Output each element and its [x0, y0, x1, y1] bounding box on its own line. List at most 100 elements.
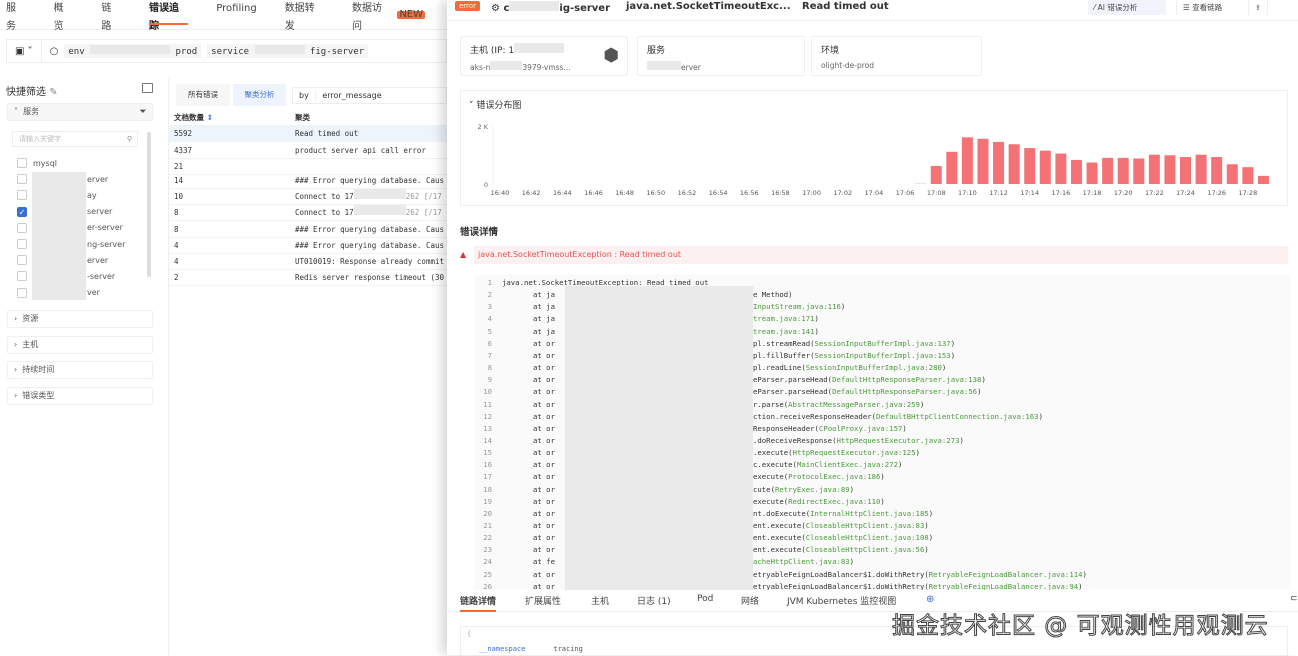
bar[interactable] [1024, 148, 1036, 184]
bar[interactable] [1086, 162, 1098, 184]
filter-group[interactable]: › 主机 [7, 335, 153, 354]
bar[interactable] [946, 151, 958, 184]
nav-tab[interactable]: 链路 [101, 0, 121, 32]
bar[interactable] [1211, 157, 1223, 184]
side-scroll-icon[interactable]: ⊂ [1290, 594, 1298, 604]
nav-tab[interactable]: 概览 [54, 0, 74, 32]
row-count: 5592 [174, 129, 193, 138]
checkbox[interactable] [17, 287, 27, 298]
tab-all-errors[interactable]: 所有错误 [176, 84, 230, 106]
bar[interactable] [1008, 144, 1020, 184]
filter-group[interactable]: › 持续时间 [7, 361, 153, 379]
filter-clear-icon[interactable]: ⏷ [140, 104, 146, 120]
row-message: ### Error querying database. Caus [295, 176, 445, 185]
x-tick-label: 17:00 [802, 189, 821, 197]
filter-group-service[interactable]: ˅ 服务 ⏷ [7, 103, 153, 121]
service-search-input[interactable]: 请输入关键字 ⚲ [12, 131, 138, 147]
add-tab-icon[interactable]: ⊕ [926, 594, 934, 605]
share-icon[interactable]: ⇪ [1248, 0, 1269, 15]
checkbox[interactable] [17, 190, 27, 201]
bottom-tab[interactable]: Pod [697, 594, 713, 604]
bar[interactable] [1164, 155, 1176, 184]
bottom-tab[interactable]: 主机 [591, 594, 609, 607]
filter-group[interactable]: › 错误类型 [7, 386, 153, 405]
bottom-tab[interactable]: 日志 (1) [637, 594, 671, 607]
bottom-tab[interactable]: 链路详情 [460, 594, 497, 612]
stack-line: 5 at ja tream.java:141) [487, 326, 819, 336]
table-row[interactable]: 2 Redis server response timeout (30 [168, 270, 447, 286]
bar[interactable] [1039, 150, 1051, 184]
bar[interactable] [1055, 153, 1067, 184]
drawer-message: Read timed out [802, 1, 889, 12]
env-filter-chip[interactable]: env prod [64, 44, 202, 58]
service-list-scrollbar[interactable] [147, 132, 151, 277]
view-icon[interactable]: ▣ ˅ [15, 46, 33, 57]
nav-tab[interactable]: Profiling [216, 0, 256, 30]
nav-tab[interactable]: 错误追踪 [148, 0, 189, 32]
bar[interactable] [1180, 157, 1192, 184]
bar[interactable] [1133, 158, 1145, 184]
table-row[interactable]: 5592 Read timed out [168, 126, 447, 142]
edit-icon[interactable]: ✎ [49, 87, 57, 98]
ai-analysis-button[interactable]: ⁄ AI 错误分析 [1088, 0, 1166, 15]
bar[interactable] [1148, 154, 1160, 184]
checkbox[interactable]: ✓ [17, 206, 27, 217]
x-tick-label: 17:14 [1020, 189, 1039, 197]
bar[interactable] [1226, 164, 1238, 184]
tab-cluster-analysis[interactable]: 聚类分析 [233, 84, 286, 106]
nav-tab[interactable]: 数据转发 [285, 0, 324, 32]
bar[interactable] [993, 141, 1005, 184]
bar[interactable] [961, 137, 973, 184]
bar[interactable] [1117, 157, 1129, 184]
bar[interactable] [977, 138, 989, 184]
checkbox[interactable] [17, 158, 27, 168]
env-card[interactable]: 环境 olight-de-prod [811, 36, 982, 76]
bar[interactable] [1102, 157, 1114, 184]
filter-group[interactable]: › 资源 [7, 310, 153, 328]
checkbox[interactable] [17, 271, 27, 282]
bar[interactable] [915, 183, 927, 184]
service-option[interactable]: mysql [17, 158, 57, 168]
bar[interactable] [1242, 167, 1254, 184]
watermark: 掘金技术社区 @ 可观测性用观测云 [892, 613, 1269, 640]
x-tick-label: 17:06 [896, 189, 915, 197]
bottom-tab[interactable]: 扩展属性 [525, 594, 561, 607]
host-card[interactable]: 主机 (IP: 1 aks-n 3979-vmss... ⬢ [460, 36, 628, 76]
bar[interactable] [1195, 154, 1207, 184]
service-card[interactable]: 服务 erver [637, 36, 805, 76]
x-tick-label: 16:52 [678, 189, 697, 197]
x-tick-label: 16:58 [771, 189, 790, 197]
search-bar[interactable]: ▣ ˅ ○ env prod service fig-server [6, 39, 447, 63]
host-cube-icon: ⬢ [603, 45, 619, 66]
table-row[interactable]: 4337 product server api call error [168, 143, 447, 159]
table-row[interactable]: 4 ### Error querying database. Caus [168, 238, 447, 254]
view-trace-button[interactable]: ☰ 查看链路 [1176, 0, 1228, 15]
table-row[interactable]: 4 UT010019: Response already commit [168, 254, 447, 270]
bottom-tab[interactable]: 网络 [741, 594, 759, 607]
row-message: ### Error querying database. Caus [295, 225, 445, 234]
col-count[interactable]: 文档数量 ⇕ [174, 110, 213, 125]
checkbox[interactable] [17, 174, 27, 185]
new-badge: NEW [397, 8, 425, 20]
stack-line: 6 at or pl.streamRead(SessionInputBufferIm… [487, 338, 956, 348]
x-tick-label: 17:28 [1238, 189, 1257, 197]
row-count: 4 [174, 241, 179, 250]
service-filter-chip[interactable]: service fig-server [207, 44, 369, 58]
table-row[interactable]: 14 ### Error querying database. Caus [168, 173, 447, 189]
cluster-by-select[interactable]: by error_message [292, 87, 447, 104]
stack-line: 16 at or c.execute(MainClientExec.java:272… [483, 460, 903, 470]
nav-tab[interactable]: 数据访问 [352, 0, 391, 32]
bar[interactable] [1070, 159, 1082, 184]
table-row[interactable]: 10 Connect to 17 262 [/17 [168, 189, 447, 205]
bottom-tab[interactable]: JVM Kubernetes 监控视图 [787, 594, 896, 607]
table-row[interactable]: 8 ### Error querying database. Caus [168, 222, 447, 238]
checkbox[interactable] [17, 222, 27, 233]
bar[interactable] [930, 166, 942, 184]
checkbox[interactable] [17, 255, 27, 266]
stack-line: 4 at ja tream.java:171) [487, 314, 819, 324]
table-row[interactable]: 8 Connect to 17 262 [/17 [168, 205, 447, 221]
collapse-sidebar-icon[interactable] [142, 83, 153, 93]
bar[interactable] [1257, 175, 1269, 184]
nav-tab[interactable]: 服务 [6, 0, 26, 32]
checkbox[interactable] [17, 239, 27, 249]
